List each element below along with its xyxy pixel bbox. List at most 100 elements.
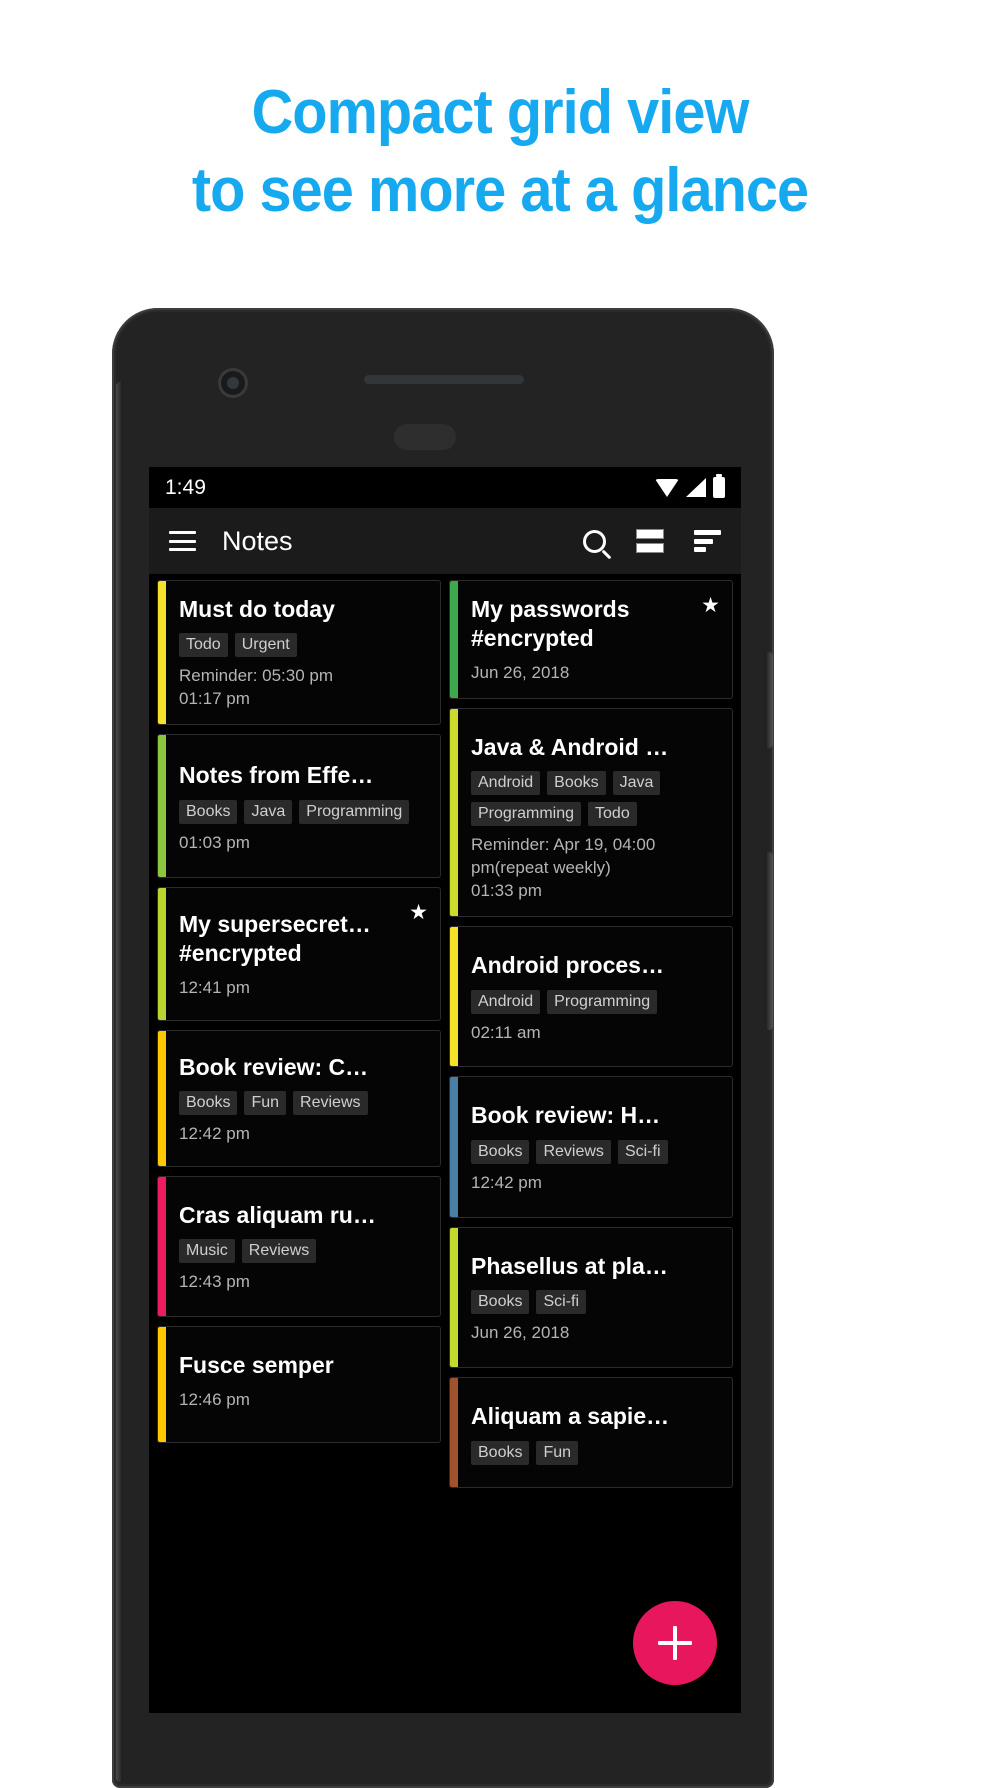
add-note-fab[interactable]: [633, 1601, 717, 1685]
note-tags: Music Reviews: [179, 1239, 427, 1264]
note-accent-stripe: [158, 1327, 166, 1442]
note-card[interactable]: Aliquam a sapie… Books Fun: [449, 1377, 733, 1488]
phone-edge-left: [116, 382, 123, 1782]
headline-line-2: to see more at a glance: [191, 156, 809, 226]
note-card[interactable]: ★ My supersecret… #encrypted 12:41 pm: [157, 886, 441, 1021]
note-card[interactable]: Book review: C… Books Fun Reviews 12:42 …: [157, 1029, 441, 1167]
note-tag[interactable]: Books: [547, 771, 606, 796]
search-icon: [583, 529, 606, 553]
phone-power-button: [765, 852, 773, 1030]
phone-screen: 1:49 Notes Must do today Todo Urgent Rem…: [149, 467, 741, 1713]
note-meta: Jun 26, 2018: [471, 662, 570, 682]
note-tag[interactable]: Books: [179, 1090, 238, 1115]
note-tag[interactable]: Android: [471, 989, 541, 1014]
app-title: Notes: [222, 525, 293, 556]
note-tag[interactable]: Programming: [471, 802, 582, 827]
sensor-pill: [394, 424, 456, 450]
note-meta: Reminder: Apr 19, 04:00 pm(repeat weekly…: [471, 835, 656, 878]
status-bar-icons: [655, 474, 725, 498]
note-title: Book review: H…: [471, 1102, 661, 1129]
front-camera-icon: [218, 368, 248, 398]
note-title: Phasellus at pla…: [471, 1252, 668, 1279]
note-accent-stripe: [158, 735, 166, 877]
note-tags: Android Books Java Programming Todo: [471, 771, 719, 827]
note-tags: Books Sci-fi: [471, 1290, 719, 1315]
note-tag[interactable]: Reviews: [536, 1139, 611, 1164]
note-meta-sub: 01:33 pm: [471, 881, 542, 901]
note-title: Aliquam a sapie…: [471, 1403, 670, 1430]
note-accent-stripe: [450, 1077, 458, 1217]
note-tag[interactable]: Programming: [299, 799, 410, 824]
note-tags: Books Java Programming: [179, 799, 427, 824]
note-meta: 12:42 pm: [471, 1172, 542, 1192]
note-title-line2: #encrypted: [179, 940, 302, 967]
note-tag[interactable]: Java: [244, 799, 293, 824]
note-tag[interactable]: Urgent: [234, 633, 297, 658]
note-tag[interactable]: Todo: [588, 802, 637, 827]
note-card[interactable]: Fusce semper 12:46 pm: [157, 1326, 441, 1443]
note-meta: 12:46 pm: [179, 1389, 250, 1409]
note-accent-stripe: [450, 927, 458, 1067]
add-note-icon: [658, 1626, 692, 1660]
notes-column-right: ★ My passwords #encrypted Jun 26, 2018 J…: [449, 580, 733, 1488]
note-tag[interactable]: Java: [612, 771, 661, 796]
phone-volume-button: [765, 652, 773, 748]
note-tags: Android Programming: [471, 989, 719, 1014]
note-title: Book review: C…: [179, 1053, 369, 1080]
note-meta: 12:43 pm: [179, 1272, 250, 1292]
note-title: Android proces…: [471, 952, 664, 979]
status-bar-time: 1:49: [165, 475, 206, 499]
note-tags: Books Fun: [471, 1440, 719, 1465]
sort-button[interactable]: [694, 530, 721, 552]
note-tag[interactable]: Programming: [547, 989, 658, 1014]
note-tag[interactable]: Books: [471, 1139, 530, 1164]
note-meta: Reminder: 05:30 pm: [179, 666, 334, 686]
battery-icon: [713, 474, 725, 498]
note-title: Must do today: [179, 596, 335, 622]
note-tag[interactable]: Music: [179, 1239, 235, 1264]
note-title: Notes from Effe…: [179, 762, 374, 789]
note-tag[interactable]: Sci-fi: [617, 1139, 668, 1164]
hamburger-menu-icon[interactable]: [169, 531, 196, 551]
cellular-signal-icon: [686, 478, 706, 497]
status-bar: 1:49: [149, 467, 741, 508]
note-card[interactable]: Android proces… Android Programming 02:1…: [449, 926, 733, 1068]
view-toggle-button[interactable]: [636, 529, 664, 553]
note-card[interactable]: Book review: H… Books Reviews Sci-fi 12:…: [449, 1076, 733, 1218]
starred-icon[interactable]: ★: [701, 595, 720, 616]
promo-headline: Compact grid view to see more at a glanc…: [35, 74, 965, 230]
note-card[interactable]: Phasellus at pla… Books Sci-fi Jun 26, 2…: [449, 1226, 733, 1369]
note-card[interactable]: Java & Android … Android Books Java Prog…: [449, 707, 733, 918]
note-tag[interactable]: Android: [471, 771, 541, 796]
note-tag[interactable]: Reviews: [241, 1239, 317, 1264]
note-title: Cras aliquam ru…: [179, 1201, 376, 1228]
note-card[interactable]: Must do today Todo Urgent Reminder: 05:3…: [157, 580, 441, 726]
notes-column-left: Must do today Todo Urgent Reminder: 05:3…: [157, 580, 441, 1488]
note-tag[interactable]: Reviews: [293, 1090, 368, 1115]
note-tag[interactable]: Sci-fi: [536, 1290, 587, 1315]
note-title: Java & Android …: [471, 733, 669, 760]
note-tag[interactable]: Books: [179, 799, 238, 824]
note-card[interactable]: ★ My passwords #encrypted Jun 26, 2018: [449, 580, 733, 699]
app-toolbar: Notes: [149, 508, 741, 574]
note-accent-stripe: [450, 581, 458, 698]
note-accent-stripe: [450, 1227, 458, 1368]
note-meta: 02:11 am: [471, 1022, 541, 1042]
note-title: My passwords: [471, 596, 630, 622]
note-tag[interactable]: Fun: [244, 1090, 287, 1115]
note-meta: 12:42 pm: [179, 1123, 250, 1143]
starred-icon[interactable]: ★: [409, 902, 428, 923]
note-meta: 12:41 pm: [179, 977, 250, 997]
note-tag[interactable]: Books: [471, 1290, 530, 1315]
note-tag[interactable]: Fun: [536, 1440, 579, 1465]
note-card[interactable]: Cras aliquam ru… Music Reviews 12:43 pm: [157, 1175, 441, 1318]
note-card[interactable]: Notes from Effe… Books Java Programming …: [157, 734, 441, 878]
phone-body: 1:49 Notes Must do today Todo Urgent Rem…: [116, 312, 773, 1784]
note-accent-stripe: [158, 887, 166, 1020]
note-title-line2: #encrypted: [471, 625, 594, 652]
note-tag[interactable]: Todo: [179, 633, 228, 658]
note-meta: 01:03 pm: [179, 832, 250, 852]
note-tag[interactable]: Books: [471, 1440, 530, 1465]
note-accent-stripe: [158, 1030, 166, 1166]
search-button[interactable]: [583, 529, 606, 553]
